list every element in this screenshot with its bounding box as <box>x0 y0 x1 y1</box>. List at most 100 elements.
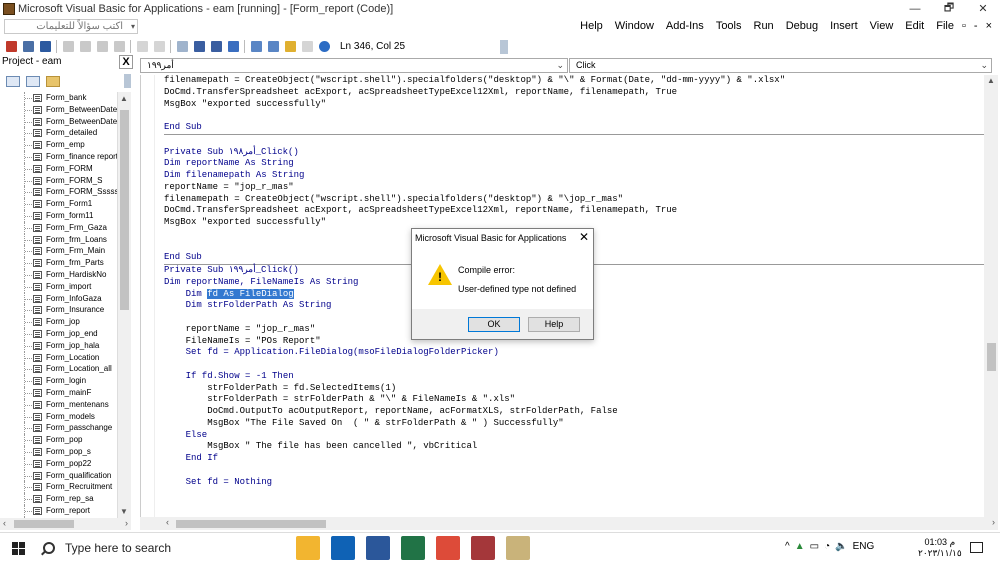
project-tree-item[interactable]: Form_jop_hala <box>0 339 117 352</box>
project-tree-item[interactable]: Form_FORM_S <box>0 174 117 187</box>
mdi-close-button[interactable]: × <box>986 20 992 32</box>
project-tree-item[interactable]: Form_jop <box>0 316 117 328</box>
project-tree-item[interactable]: Form_mentenans <box>0 398 117 411</box>
run-icon[interactable] <box>177 40 188 52</box>
code-line[interactable]: Dim reportName As String <box>164 158 984 170</box>
break-icon[interactable] <box>194 40 205 52</box>
restore-button[interactable]: 🗗 <box>932 0 966 17</box>
procedure-view-icon[interactable] <box>140 517 165 530</box>
mdi-minimize-button[interactable]: - <box>974 20 978 32</box>
scroll-up-icon[interactable]: ▲ <box>987 76 995 85</box>
scroll-up-icon[interactable]: ▲ <box>120 94 128 103</box>
cut-icon[interactable] <box>63 40 74 52</box>
chevron-down-icon[interactable]: ⌄ <box>980 59 988 72</box>
code-line[interactable]: Dim filenamepath As String <box>164 170 984 182</box>
project-tree-item[interactable]: Form_pop <box>0 434 117 446</box>
chevron-down-icon[interactable]: ⌄ <box>556 59 564 72</box>
code-line[interactable]: DoCmd.OutputTo acOutputReport, reportNam… <box>164 406 984 418</box>
windows-start-icon[interactable] <box>12 542 25 555</box>
word-icon[interactable] <box>366 536 390 560</box>
properties-icon[interactable] <box>268 40 279 52</box>
object-dropdown[interactable]: أمر١٩٩ ⌄ <box>140 58 568 73</box>
project-tree-item[interactable]: Form_bank <box>0 92 117 104</box>
toggle-folders-icon[interactable] <box>46 75 60 87</box>
project-tree-item[interactable]: Form_qualification <box>0 469 117 482</box>
code-line[interactable] <box>164 359 984 371</box>
scroll-left-icon[interactable]: ‹ <box>166 517 169 527</box>
paste-icon[interactable] <box>97 40 108 52</box>
chevron-down-icon[interactable]: ▾ <box>131 20 135 33</box>
code-line[interactable]: MsgBox "exported successfully" <box>164 217 984 229</box>
project-tree-item[interactable]: Form_jop_end <box>0 327 117 340</box>
project-tree-item[interactable]: Form_models <box>0 410 117 423</box>
scroll-thumb[interactable] <box>987 343 996 371</box>
close-button[interactable]: ✕ <box>966 0 1000 17</box>
notifications-icon[interactable] <box>970 542 983 553</box>
help-button[interactable]: Help <box>528 317 580 332</box>
code-line[interactable]: filenamepath = CreateObject("wscript.she… <box>164 75 984 87</box>
taskbar-clock[interactable]: 01:03 م ٢٠٢٣/١١/١٥ <box>918 537 962 559</box>
excel-icon[interactable] <box>401 536 425 560</box>
design-mode-icon[interactable] <box>228 40 239 52</box>
code-line[interactable]: filenamepath = CreateObject("wscript.she… <box>164 194 984 206</box>
project-tree-item[interactable]: Form_emp <box>0 139 117 151</box>
insert-module-icon[interactable] <box>23 40 34 52</box>
help-icon[interactable] <box>319 40 330 52</box>
project-tree-item[interactable]: Form_form11 <box>0 209 117 222</box>
tray-language[interactable]: ENG <box>853 541 875 552</box>
project-tree-item[interactable]: Form_Insurance <box>0 304 117 317</box>
redo-icon[interactable] <box>154 40 165 52</box>
menu-add-ins[interactable]: Add-Ins <box>666 20 704 32</box>
project-tree-item[interactable]: Form_Frm_Gaza <box>0 221 117 234</box>
project-tree-item[interactable]: Form_passchange <box>0 422 117 435</box>
code-line[interactable]: strFolderPath = strFolderPath & "\" & Fi… <box>164 394 984 406</box>
project-tree-item[interactable]: Form_Frm_Main <box>0 245 117 258</box>
project-tree-item[interactable]: Form_BetweenDate <box>0 103 117 116</box>
menu-tools[interactable]: Tools <box>716 20 742 32</box>
code-line[interactable]: Set fd = Application.FileDialog(msoFileD… <box>164 347 984 359</box>
code-vertical-scrollbar[interactable]: ▲ <box>984 75 998 517</box>
project-tree-item[interactable]: Form_BetweenDate2 <box>0 115 117 128</box>
code-line[interactable]: MsgBox "exported successfully" <box>164 99 984 111</box>
toolbox-icon[interactable] <box>302 40 313 52</box>
find-icon[interactable] <box>114 40 125 52</box>
scroll-right-icon[interactable]: › <box>992 517 995 527</box>
code-line[interactable]: strFolderPath = fd.SelectedItems(1) <box>164 383 984 395</box>
taskbar-search[interactable]: Type here to search <box>36 533 286 562</box>
menu-run[interactable]: Run <box>754 20 774 32</box>
code-line[interactable] <box>164 110 984 122</box>
outlook-icon[interactable] <box>331 536 355 560</box>
menu-edit[interactable]: Edit <box>905 20 924 32</box>
scroll-thumb[interactable] <box>14 520 74 528</box>
access-icon[interactable] <box>471 536 495 560</box>
project-tree-item[interactable]: Form_HardiskNo <box>0 268 117 281</box>
code-line[interactable]: End Sub <box>164 122 984 134</box>
selected-code-text[interactable]: fd As FileDialog <box>207 288 294 299</box>
undo-icon[interactable] <box>137 40 148 52</box>
project-tree-item[interactable]: Form_InfoGaza <box>0 292 117 305</box>
reset-icon[interactable] <box>211 40 222 52</box>
project-tree-item[interactable]: Form_rep_sa <box>0 493 117 505</box>
project-tree-item[interactable]: Form_frm_Parts <box>0 257 117 269</box>
menu-debug[interactable]: Debug <box>786 20 818 32</box>
code-line[interactable]: Private Sub أمر١٩٨_Click() <box>164 147 984 159</box>
view-code-icon[interactable] <box>6 75 20 87</box>
code-line[interactable]: End If <box>164 453 984 465</box>
project-toolbar-grip[interactable] <box>124 74 131 88</box>
code-line[interactable]: DoCmd.TransferSpreadsheet acExport, acSp… <box>164 87 984 99</box>
project-tree-item[interactable]: Form_Location <box>0 351 117 364</box>
project-tree-item[interactable]: Form_mainF <box>0 386 117 399</box>
tray-network-icon[interactable]: ◔ <box>824 541 830 552</box>
project-tree-item[interactable]: Form_report <box>0 504 117 517</box>
project-tree-item[interactable]: Form_pop22 <box>0 457 117 470</box>
scroll-thumb[interactable] <box>120 110 129 310</box>
procedure-dropdown[interactable]: Click ⌄ <box>569 58 992 73</box>
project-tree-item[interactable]: Form_FORM_Ssssss <box>0 186 117 199</box>
project-explorer-icon[interactable] <box>251 40 262 52</box>
project-tree-item[interactable]: Form_finance report <box>0 150 117 163</box>
project-tree-item[interactable]: Form_Location_all <box>0 363 117 376</box>
project-tree-item[interactable]: Form_FORM <box>0 162 117 175</box>
project-tree-item[interactable]: Form_login <box>0 375 117 387</box>
scroll-right-icon[interactable]: › <box>125 518 128 528</box>
view-object-icon[interactable] <box>26 75 40 87</box>
